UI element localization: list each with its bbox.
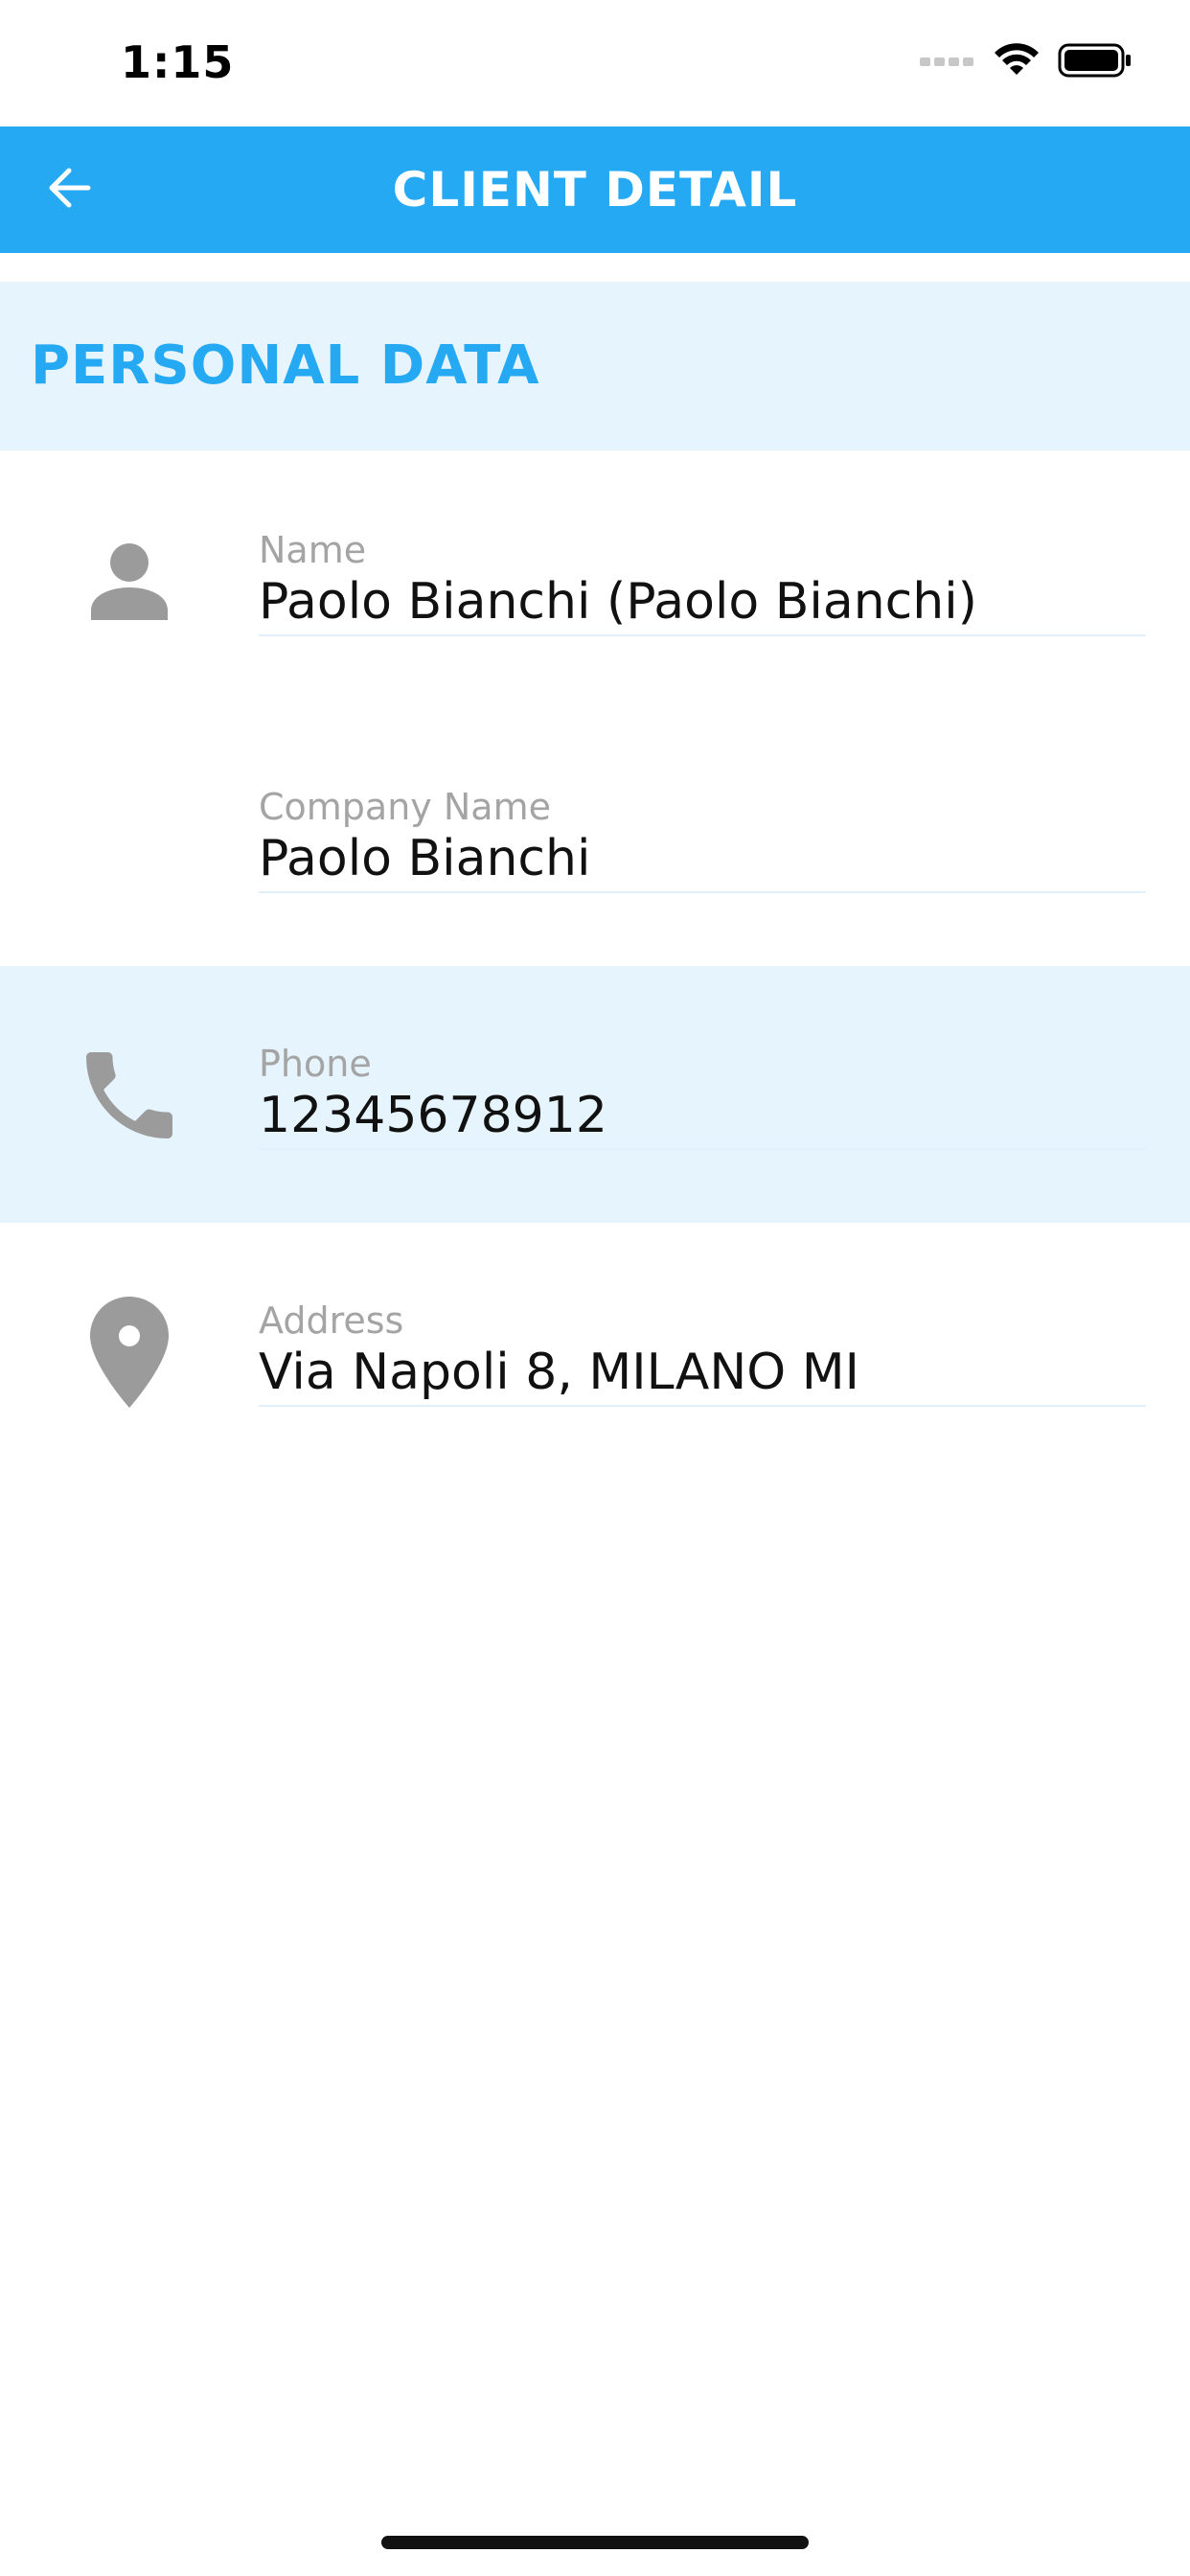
address-row[interactable]: Address Via Napoli 8, MILANO MI xyxy=(0,1223,1190,1480)
company-row: Company Name Paolo Bianchi xyxy=(0,707,1190,964)
home-indicator[interactable] xyxy=(381,2536,809,2549)
arrow-left-icon xyxy=(46,167,92,213)
phone-icon xyxy=(67,1033,192,1158)
name-field[interactable]: Name Paolo Bianchi (Paolo Bianchi) xyxy=(259,529,1146,636)
battery-icon xyxy=(1058,42,1133,82)
client-detail-screen: 1:15 CLIENT DETAIL PERSONAL DATA Name Pa… xyxy=(0,0,1190,2576)
nav-bar: CLIENT DETAIL xyxy=(0,126,1190,253)
company-name-field[interactable]: Company Name Paolo Bianchi xyxy=(259,786,1146,893)
page-title: CLIENT DETAIL xyxy=(392,162,798,218)
company-name-value: Paolo Bianchi xyxy=(259,830,591,887)
name-row: Name Paolo Bianchi (Paolo Bianchi) xyxy=(0,450,1190,707)
section-header: PERSONAL DATA xyxy=(0,282,1190,450)
address-field[interactable]: Address Via Napoli 8, MILANO MI xyxy=(259,1300,1146,1407)
phone-value: 12345678912 xyxy=(259,1087,607,1144)
status-indicators xyxy=(920,42,1133,82)
location-pin-icon xyxy=(67,1290,192,1414)
signal-dots-icon xyxy=(920,54,975,72)
back-button[interactable] xyxy=(34,155,103,224)
person-icon xyxy=(67,518,192,642)
address-label: Address xyxy=(259,1300,404,1342)
status-bar: 1:15 xyxy=(0,0,1190,126)
status-time: 1:15 xyxy=(121,36,235,88)
section-title: PERSONAL DATA xyxy=(31,334,540,397)
name-value: Paolo Bianchi (Paolo Bianchi) xyxy=(259,573,977,631)
company-name-label: Company Name xyxy=(259,786,551,828)
phone-label: Phone xyxy=(259,1043,372,1085)
name-label: Name xyxy=(259,529,367,571)
address-value: Via Napoli 8, MILANO MI xyxy=(259,1344,859,1401)
phone-row[interactable]: Phone 12345678912 xyxy=(0,966,1190,1223)
phone-field[interactable]: Phone 12345678912 xyxy=(259,1043,1146,1150)
wifi-icon xyxy=(993,42,1041,82)
